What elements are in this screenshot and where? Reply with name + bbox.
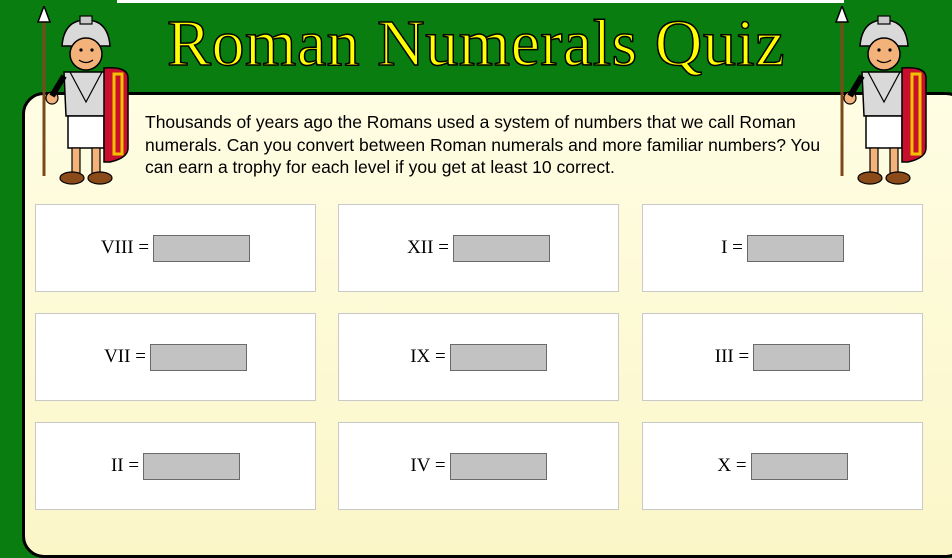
answer-input[interactable] — [452, 234, 550, 262]
answer-input[interactable] — [449, 452, 547, 480]
question-label: III = — [714, 346, 750, 367]
question-label: IV = — [410, 455, 446, 476]
answer-input[interactable] — [449, 343, 547, 371]
question-card: VII = — [35, 313, 316, 401]
answer-input[interactable] — [149, 343, 247, 371]
question-label: VIII = — [100, 237, 150, 258]
roman-soldier-icon — [834, 6, 927, 185]
question-label: IX = — [410, 346, 446, 367]
roman-soldier-icon — [36, 6, 129, 185]
intro-text: Thousands of years ago the Romans used a… — [145, 112, 821, 177]
page-title: Roman Numerals Quiz — [166, 6, 786, 81]
answer-input[interactable] — [753, 343, 851, 371]
question-label: I = — [721, 237, 743, 258]
answer-input[interactable] — [143, 452, 241, 480]
question-label: VII = — [104, 346, 146, 367]
question-label: XII = — [407, 237, 449, 258]
question-card: I = — [642, 204, 923, 292]
answer-input[interactable] — [153, 234, 251, 262]
question-card: II = — [35, 422, 316, 510]
answer-input[interactable] — [750, 452, 848, 480]
question-card: IX = — [338, 313, 619, 401]
top-bar — [117, 0, 844, 3]
question-label: II = — [110, 455, 140, 476]
question-card: VIII = — [35, 204, 316, 292]
question-card: IV = — [338, 422, 619, 510]
answer-input[interactable] — [746, 234, 844, 262]
question-card: III = — [642, 313, 923, 401]
question-card: X = — [642, 422, 923, 510]
question-label: X = — [717, 455, 747, 476]
question-card: XII = — [338, 204, 619, 292]
